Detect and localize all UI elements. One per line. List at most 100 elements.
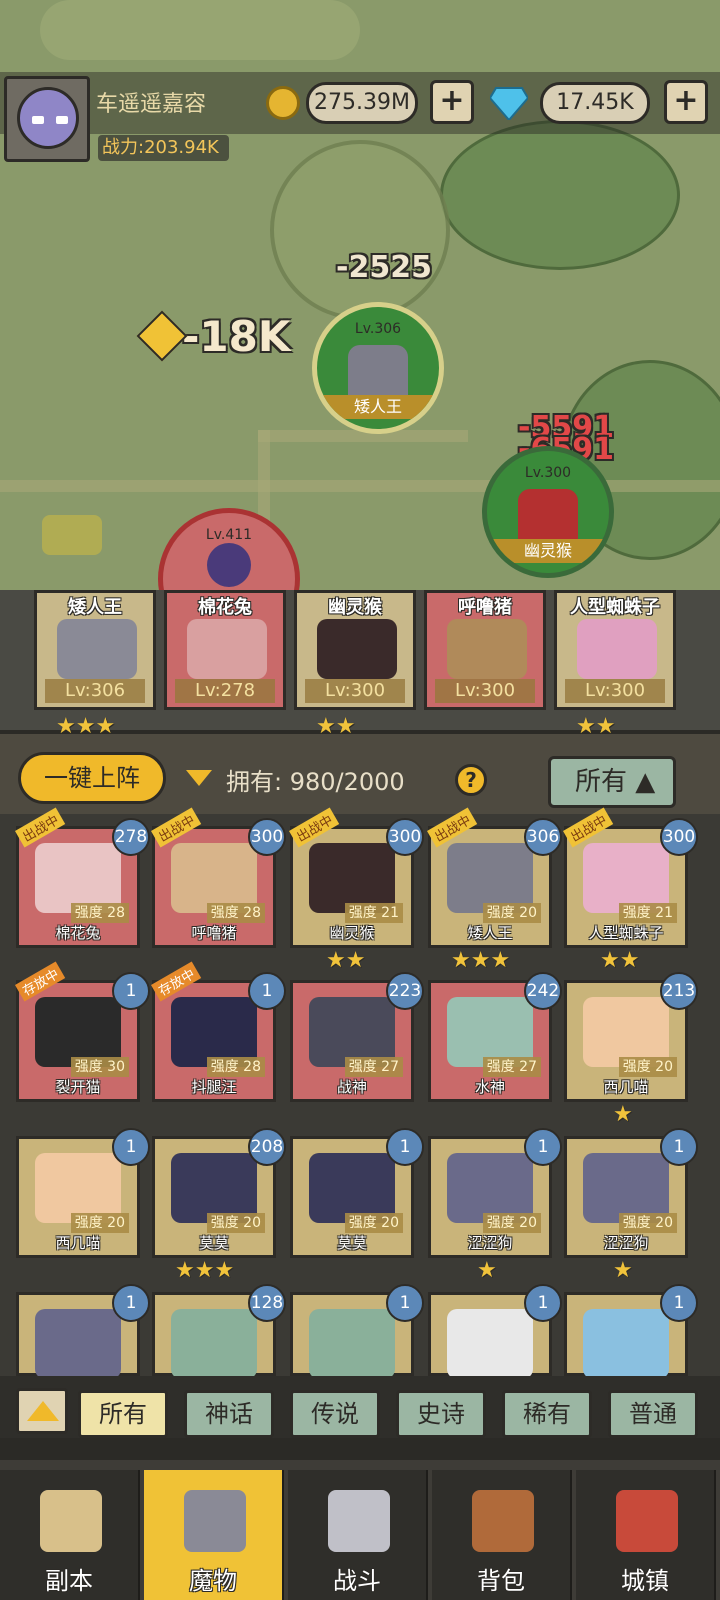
monster-name: 涩涩狗 <box>467 1234 513 1252</box>
filter-tab[interactable]: 所有 <box>78 1390 168 1438</box>
monster-name: 裂开猫 <box>55 1078 101 1096</box>
player-avatar[interactable] <box>4 76 90 162</box>
team-slot-portrait <box>577 619 657 679</box>
rarity-stars: ★★★ <box>451 948 511 973</box>
strength-label: 强度 20 <box>618 1213 677 1233</box>
level-badge: 213 <box>660 972 698 1010</box>
help-button[interactable]: ? <box>455 764 487 796</box>
battle-unit[interactable]: Lv.306 矮人王 <box>312 302 444 434</box>
filter-dropdown[interactable]: 所有 ▲ <box>548 756 676 808</box>
monster-name: 抖腿汪 <box>191 1078 237 1096</box>
gold-coin-icon <box>266 86 300 120</box>
monster-name: 战神 <box>336 1078 367 1096</box>
level-badge: 208 <box>248 1128 286 1166</box>
filter-tab[interactable]: 普通 <box>608 1390 698 1438</box>
team-slot-portrait <box>57 619 137 679</box>
monster-name: 西几喵 <box>55 1234 101 1252</box>
level-badge: 1 <box>386 1284 424 1322</box>
team-slot-name: 矮人王 <box>68 597 122 618</box>
damage-text: -2525 <box>336 250 432 285</box>
team-slot[interactable]: 呼噜猪 Lv:300 <box>424 590 546 710</box>
monster-name: 水神 <box>474 1078 505 1096</box>
level-badge: 1 <box>524 1284 562 1322</box>
nav-tab-label: 魔物 <box>189 1567 237 1595</box>
level-badge: 300 <box>660 818 698 856</box>
strength-label: 强度 20 <box>482 903 541 923</box>
level-badge: 1 <box>660 1284 698 1322</box>
collapse-button[interactable] <box>16 1388 68 1434</box>
team-slot-level: Lv:306 <box>45 679 145 703</box>
gold-amount: 275.39M <box>306 82 418 124</box>
unit-level: Lv.411 <box>205 527 253 543</box>
filter-tab[interactable]: 神话 <box>184 1390 274 1438</box>
nav-tab-label: 副本 <box>45 1567 93 1595</box>
rarity-stars: ★ <box>613 1102 633 1127</box>
unit-level: Lv.306 <box>354 321 402 337</box>
team-slot-name: 呼噜猪 <box>458 597 512 618</box>
monster-name: 人型蜘蛛子 <box>588 924 664 942</box>
nav-tab-label: 城镇 <box>621 1567 669 1595</box>
unit-level: Lv.300 <box>524 465 572 481</box>
level-badge: 242 <box>524 972 562 1010</box>
team-slot[interactable]: 矮人王 Lv:306 <box>34 590 156 710</box>
rarity-stars: ★ <box>613 1258 633 1283</box>
level-badge: 300 <box>386 818 424 856</box>
helmet-icon <box>184 1490 246 1552</box>
team-slot-name: 棉花兔 <box>198 597 252 618</box>
rarity-stars: ★★ <box>326 948 366 973</box>
strength-label: 强度 28 <box>206 1057 265 1077</box>
battle-unit[interactable]: Lv.300 幽灵猴 <box>482 446 614 578</box>
filter-tab[interactable]: 传说 <box>290 1390 380 1438</box>
level-badge: 1 <box>524 1128 562 1166</box>
strength-label: 强度 20 <box>344 1213 403 1233</box>
monster-name: 棉花兔 <box>55 924 101 942</box>
monster-name: 莫莫 <box>336 1234 367 1252</box>
add-gold-button[interactable]: + <box>430 80 474 124</box>
rarity-stars: ★★ <box>600 948 640 973</box>
team-slot[interactable]: 人型蜘蛛子 Lv:300 <box>554 590 676 710</box>
nav-tab[interactable]: 城镇 <box>576 1470 716 1600</box>
filter-tab[interactable]: 稀有 <box>502 1390 592 1438</box>
strength-label: 强度 21 <box>618 903 677 923</box>
team-slot-name: 人型蜘蛛子 <box>570 597 660 618</box>
level-badge: 278 <box>112 818 150 856</box>
monster-portrait <box>583 1309 669 1379</box>
monster-name: 幽灵猴 <box>329 924 375 942</box>
nav-tab[interactable]: 背包 <box>432 1470 572 1600</box>
level-badge: 1 <box>386 1128 424 1166</box>
gem-amount: 17.45K <box>540 82 650 124</box>
filter-tab[interactable]: 史诗 <box>396 1390 486 1438</box>
add-gem-button[interactable]: + <box>664 80 708 124</box>
player-name: 车遥遥嘉容 <box>96 92 207 117</box>
level-badge: 300 <box>248 818 286 856</box>
town-icon <box>616 1490 678 1552</box>
team-slot-level: Lv:300 <box>565 679 665 703</box>
nav-tab[interactable]: 副本 <box>0 1470 140 1600</box>
level-badge: 1 <box>248 972 286 1010</box>
diamond-icon <box>490 87 528 120</box>
level-badge: 306 <box>524 818 562 856</box>
rarity-stars: ★ <box>477 1258 497 1283</box>
team-slot[interactable]: 棉花兔 Lv:278 <box>164 590 286 710</box>
monster-portrait <box>447 1309 533 1379</box>
rarity-stars: ★★★ <box>175 1258 235 1283</box>
monster-portrait <box>35 1309 121 1379</box>
nav-tab[interactable]: 战斗 <box>288 1470 428 1600</box>
strength-label: 强度 28 <box>206 903 265 923</box>
chevron-up-icon <box>27 1401 59 1421</box>
unit-name: 幽灵猴 <box>487 539 609 563</box>
crossed-swords-icon <box>328 1490 390 1552</box>
team-slot-level: Lv:300 <box>305 679 405 703</box>
level-badge: 223 <box>386 972 424 1010</box>
strength-label: 强度 20 <box>70 1213 129 1233</box>
team-slot[interactable]: 幽灵猴 Lv:300 <box>294 590 416 710</box>
one-key-deploy-button[interactable]: 一键上阵 <box>18 752 166 804</box>
nav-tab-label: 背包 <box>477 1567 525 1595</box>
team-slot-portrait <box>317 619 397 679</box>
map-icon <box>40 1490 102 1552</box>
monster-name: 莫莫 <box>198 1234 229 1252</box>
strength-label: 强度 28 <box>70 903 129 923</box>
level-badge: 128 <box>248 1284 286 1322</box>
nav-tab[interactable]: 魔物 <box>144 1470 284 1600</box>
unit-name: 矮人王 <box>317 395 439 419</box>
